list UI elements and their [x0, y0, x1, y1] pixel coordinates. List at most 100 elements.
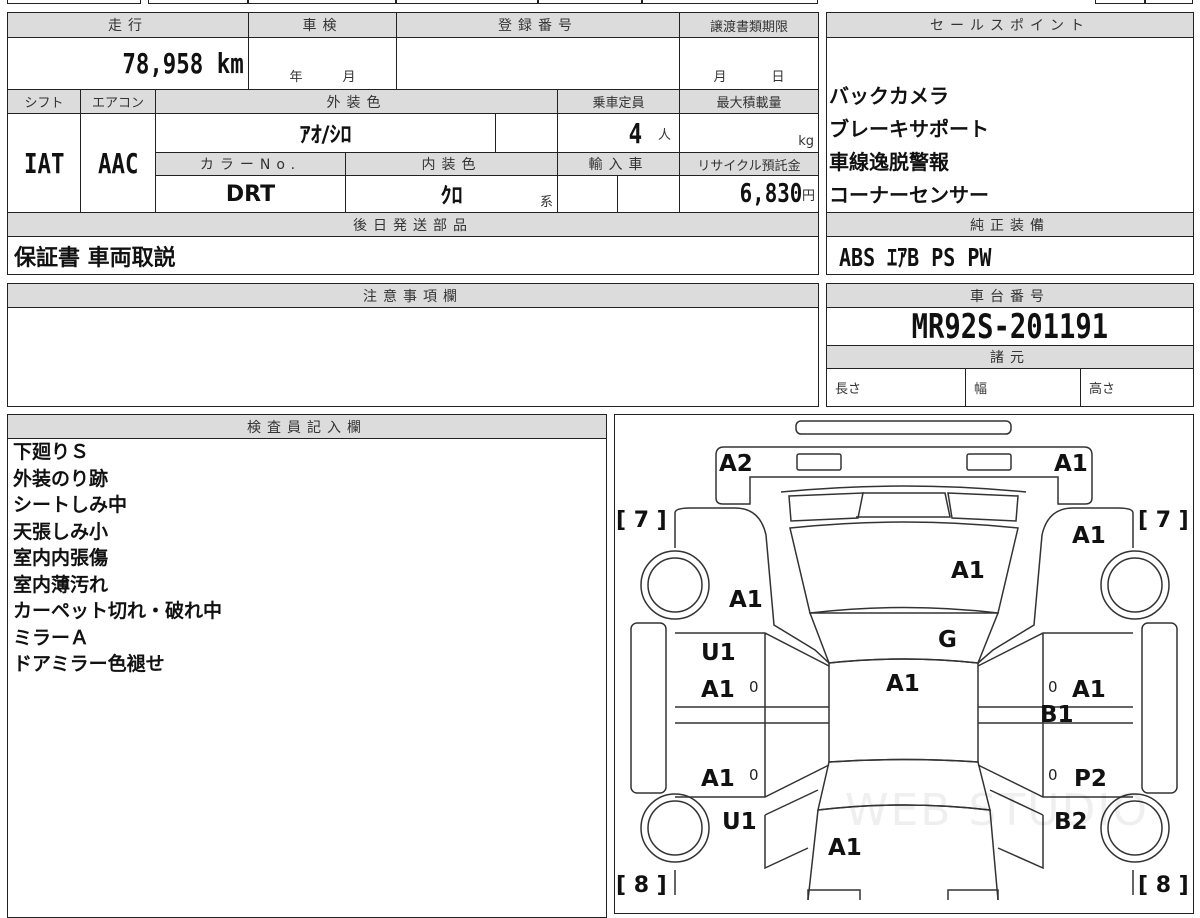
shaken-value-cell: 年 月: [248, 37, 397, 90]
inspector-note: 天張しみ小: [13, 520, 109, 543]
exterior-color-value-cell: ｱｵ/ｼﾛ: [155, 113, 496, 153]
genuine-equipment-header: 純正装備: [826, 212, 1194, 237]
import-car-cell: [557, 175, 618, 213]
inspector-note: 下廻りＳ: [13, 441, 90, 463]
inspector-note: 室内内張傷: [13, 547, 109, 569]
spec-length-label: 長さ: [835, 382, 862, 397]
import-car-cell: [617, 175, 680, 213]
spec-height-cell: 高さ: [1080, 368, 1194, 407]
sales-point-item: コーナーセンサー: [829, 183, 989, 207]
capacity-unit: 人: [657, 127, 671, 143]
spec-height-label: 高さ: [1089, 382, 1116, 397]
tire-tread-front-left: [ 7 ]: [616, 508, 667, 533]
tire-tread-rear-right: [ 8 ]: [1138, 873, 1189, 898]
transfer-deadline-header: 譲渡書類期限: [679, 12, 819, 38]
sales-points-header: セールスポイント: [826, 12, 1194, 38]
later-parts-value-cell: 保証書 車両取説: [7, 236, 819, 275]
mileage-header: 走行: [7, 12, 249, 38]
shift-value: IAT: [23, 146, 65, 180]
sales-points-list: バックカメラ ブレーキサポート 車線逸脱警報 コーナーセンサー: [826, 37, 1194, 213]
chassis-value-cell: MR92S-201191: [826, 307, 1194, 346]
damage-mark-front-left-bumper: A2: [719, 451, 753, 477]
interior-color-value-cell: ｸﾛ 系: [345, 175, 558, 213]
shaken-header: 車検: [248, 12, 397, 38]
top-strip-cell: [7, 0, 141, 4]
mileage-value: 78,958 km: [122, 47, 244, 80]
inspector-note: 室内薄汚れ: [13, 573, 109, 596]
spec-width-cell: 幅: [965, 368, 1081, 407]
damage-mark-left-front-door: U1: [701, 640, 736, 666]
door-marker: 0: [1048, 766, 1058, 784]
later-parts-value: 保証書 車両取説: [14, 245, 176, 271]
damage-mark-left-front-fender: A1: [729, 587, 763, 613]
interior-color-value: ｸﾛ: [440, 184, 463, 209]
recycle-fee-unit: 円: [801, 188, 815, 204]
import-car-header: 輸入車: [557, 152, 680, 176]
caution-header: 注意事項欄: [7, 283, 819, 308]
caution-body: [7, 307, 819, 407]
genuine-equipment-value: ABS ｴｱB PS PW: [839, 242, 992, 272]
recycle-fee-header: リサイクル預託金: [679, 152, 819, 176]
shift-header: シフト: [7, 89, 81, 114]
inspector-note: シートしみ中: [13, 494, 128, 516]
top-strip-cell: [396, 0, 538, 4]
exterior-color-header: 外装色: [155, 89, 558, 114]
top-strip-cell: [148, 0, 248, 4]
inspector-note: ミラーＡ: [13, 626, 90, 649]
watermark: WEB STUDIO: [845, 785, 1149, 836]
damage-mark-trunk: A1: [828, 835, 862, 861]
capacity-value: 4: [628, 116, 643, 150]
chassis-number: MR92S-201191: [911, 307, 1109, 346]
max-load-unit: kg: [798, 134, 814, 149]
aircon-value: AAC: [97, 146, 139, 180]
damage-mark-left-rear-fender: U1: [722, 809, 757, 835]
month-unit: 月: [713, 70, 727, 85]
damage-mark-left-rear-door: A1: [701, 766, 735, 792]
inspector-notes: 下廻りＳ 外装のり跡 シートしみ中 天張しみ小 室内内張傷 室内薄汚れ カーペッ…: [7, 438, 607, 918]
capacity-value-cell: 4 人: [557, 113, 680, 153]
transfer-deadline-value-cell: 月 日: [679, 37, 819, 90]
genuine-equipment-value-cell: ABS ｴｱB PS PW: [826, 236, 1194, 275]
inspector-note: カーペット切れ・破れ中: [13, 600, 223, 622]
top-strip-cell: [1145, 0, 1193, 4]
top-strip-cell: [642, 0, 818, 4]
registration-value: [396, 37, 680, 90]
spec-width-label: 幅: [974, 382, 988, 397]
sales-point-item: バックカメラ: [829, 84, 949, 108]
max-load-value-cell: kg: [679, 113, 819, 153]
recycle-fee-value-cell: 6,830 円: [679, 175, 819, 213]
specs-header: 諸元: [826, 345, 1194, 369]
registration-header: 登録番号: [396, 12, 680, 38]
interior-color-header: 内装色: [345, 152, 558, 176]
color-no-value-cell: DRT: [155, 175, 346, 213]
door-marker: 0: [749, 766, 759, 784]
inspector-note: 外装のり跡: [13, 467, 109, 490]
damage-mark-front-right-bumper: A1: [1054, 451, 1088, 477]
damage-mark-right-front-fender: A1: [1072, 523, 1106, 549]
max-load-header: 最大積載量: [679, 89, 819, 114]
damage-mark-right-sill: B1: [1040, 702, 1074, 728]
spec-length-cell: 長さ: [826, 368, 966, 407]
recycle-fee-value: 6,830: [739, 179, 802, 209]
damage-mark-left-front-door: A1: [701, 677, 735, 703]
damage-mark-right-front-door: A1: [1072, 677, 1106, 703]
color-no-value: DRT: [225, 181, 276, 207]
tire-tread-front-right: [ 7 ]: [1138, 508, 1189, 533]
month-unit: 月: [342, 70, 356, 85]
inspector-header: 検査員記入欄: [7, 414, 607, 439]
aircon-value-cell: AAC: [80, 113, 156, 213]
damage-mark-roof: A1: [886, 671, 920, 697]
door-marker: 0: [1048, 678, 1058, 696]
color-no-header: カラーNo.: [155, 152, 346, 176]
top-strip-cell: [1095, 0, 1145, 4]
tire-tread-rear-left: [ 8 ]: [616, 873, 667, 898]
capacity-header: 乗車定員: [557, 89, 680, 114]
sales-point-item: ブレーキサポート: [829, 117, 989, 141]
top-strip-cell: [248, 0, 396, 4]
exterior-color-value: ｱｵ/ｼﾛ: [299, 123, 352, 148]
interior-color-suffix: 系: [539, 195, 553, 210]
sales-point-item: 車線逸脱警報: [829, 150, 949, 174]
year-unit: 年: [289, 70, 303, 85]
exterior-color-extra: [495, 113, 558, 153]
mileage-value-cell: 78,958 km: [7, 37, 249, 90]
